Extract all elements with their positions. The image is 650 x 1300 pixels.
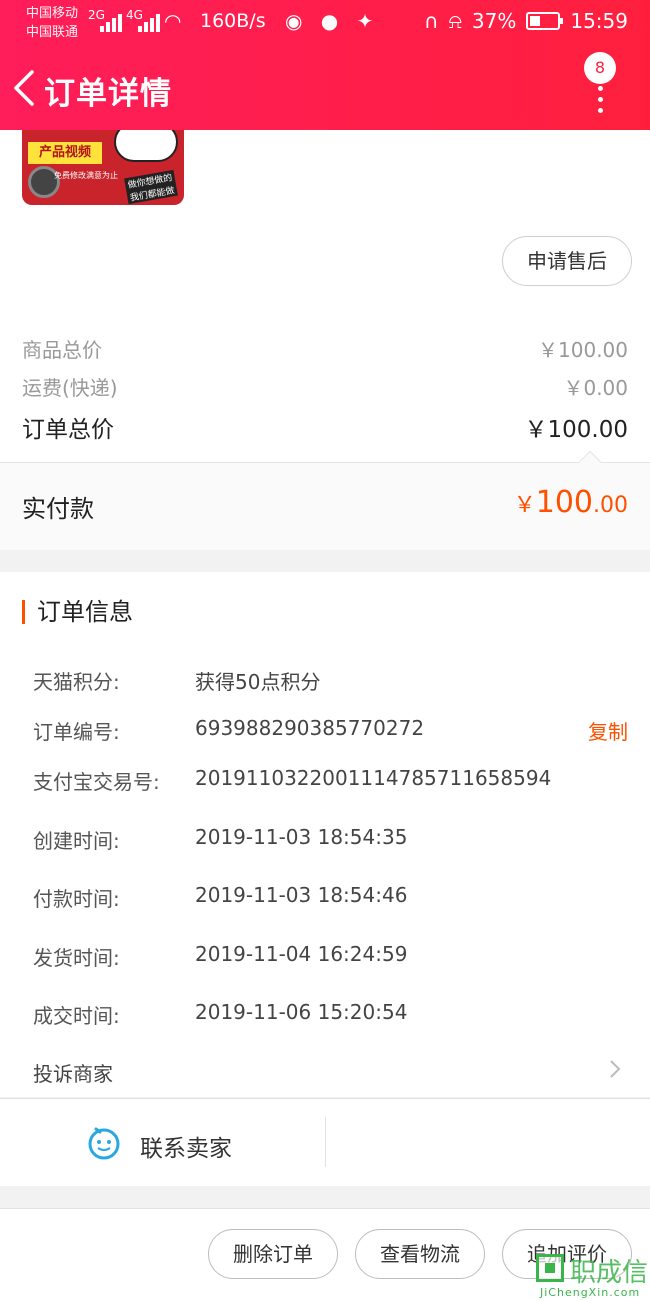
- goods-price-row: 商品总价 ￥100.00: [22, 334, 628, 363]
- info-value: 2019110322001114785711658594: [195, 766, 552, 790]
- thumb-slogan: 做你想做的 我们都能做: [124, 169, 178, 205]
- order-info-section: 订单信息 天猫积分: 获得50点积分 订单编号: 693988290385770…: [0, 572, 650, 1097]
- order-total-row: 订单总价 ￥100.00: [22, 410, 628, 444]
- page-title: 订单详情: [44, 76, 172, 112]
- paid-label: 实付款: [22, 495, 94, 523]
- product-card: 产品视频 免费修改满意为止 做你想做的 我们都能做 申请售后 商品总价 ￥100…: [0, 130, 650, 462]
- app-notification-icons: ◉ ● ✦: [285, 9, 380, 33]
- paid-amount: ￥100.00: [514, 485, 628, 520]
- battery-icon: [526, 12, 564, 30]
- headphone-icon: ∩: [424, 9, 439, 33]
- watermark-logo: 职成信 JiChengXin.com: [534, 1252, 650, 1300]
- status-right: ∩ ⍾ 37% 15:59: [424, 9, 628, 33]
- fist-graphic: [114, 130, 178, 162]
- shipping-label: 运费(快递): [22, 376, 118, 400]
- delete-order-button[interactable]: 删除订单: [208, 1229, 338, 1279]
- info-value: 2019-11-03 18:54:35: [195, 825, 408, 849]
- thumb-title: 产品视频: [28, 142, 102, 164]
- complain-seller-link[interactable]: 投诉商家: [33, 1058, 113, 1087]
- wifi-icon: ◠: [164, 9, 188, 33]
- message-badge: 8: [584, 52, 616, 84]
- status-bar: 中国移动 中国联通 2G 4G ◠ 160B/s ◉ ● ✦ ∩ ⍾ 37% 1…: [0, 0, 650, 48]
- app-header: 中国移动 中国联通 2G 4G ◠ 160B/s ◉ ● ✦ ∩ ⍾ 37% 1…: [0, 0, 650, 130]
- shipping-value: ￥0.00: [563, 376, 628, 400]
- battery-percent: 37%: [471, 9, 517, 33]
- info-value: 2019-11-04 16:24:59: [195, 942, 408, 966]
- order-total-label: 订单总价: [22, 417, 114, 443]
- back-arrow-icon[interactable]: [10, 68, 40, 108]
- shipping-row: 运费(快递) ￥0.00: [22, 372, 628, 401]
- info-key: 付款时间:: [33, 887, 120, 911]
- after-sale-button[interactable]: 申请售后: [502, 236, 632, 286]
- smiley-chat-icon[interactable]: [86, 1125, 122, 1161]
- carrier-2: 中国联通: [26, 25, 79, 40]
- chevron-right-icon[interactable]: [608, 1058, 622, 1080]
- watermark-text: 职成信: [570, 1258, 649, 1288]
- info-value: 获得50点积分: [195, 670, 321, 694]
- thumb-subtitle: 免费修改满意为止: [54, 171, 118, 180]
- contact-seller-button[interactable]: 联系卖家: [140, 1129, 232, 1163]
- info-key: 订单编号:: [33, 720, 120, 744]
- clock: 15:59: [570, 9, 628, 33]
- order-total-value: ￥100.00: [524, 417, 628, 443]
- mute-bell-icon: ⍾: [448, 9, 462, 33]
- view-logistics-button[interactable]: 查看物流: [355, 1229, 485, 1279]
- more-menu-button[interactable]: 8: [584, 52, 624, 113]
- more-dots-icon: [598, 86, 604, 119]
- info-key: 发货时间:: [33, 946, 120, 970]
- carrier-names: 中国移动 中国联通: [26, 4, 78, 42]
- watermark-url: JiChengXin.com: [540, 1286, 641, 1299]
- info-key: 创建时间:: [33, 829, 120, 853]
- info-key: 支付宝交易号:: [33, 770, 160, 794]
- info-value: 2019-11-03 18:54:46: [195, 883, 408, 907]
- divider: [325, 1117, 326, 1167]
- net-speed: 160B/s: [200, 10, 266, 32]
- paid-decimal: .00: [593, 493, 628, 518]
- paid-amount-box: 实付款 ￥100.00: [0, 450, 650, 550]
- carrier-1: 中国移动: [26, 6, 79, 21]
- order-info-title: 订单信息: [22, 600, 133, 624]
- info-value: 693988290385770272: [195, 716, 425, 740]
- paid-currency: ￥: [513, 493, 536, 518]
- watermark-icon: [536, 1254, 564, 1282]
- copy-order-no-button[interactable]: 复制: [588, 716, 628, 745]
- info-value: 2019-11-06 15:20:54: [195, 1000, 408, 1024]
- goods-price-value: ￥100.00: [538, 338, 628, 362]
- paid-integer: 100: [535, 485, 593, 520]
- product-thumbnail[interactable]: 产品视频 免费修改满意为止 做你想做的 我们都能做: [22, 130, 184, 205]
- nav-bar: 订单详情 8: [0, 48, 650, 130]
- contact-bar: 联系卖家: [0, 1098, 650, 1186]
- info-key: 天猫积分:: [33, 670, 120, 694]
- goods-price-label: 商品总价: [22, 338, 102, 362]
- info-key: 成交时间:: [33, 1004, 120, 1028]
